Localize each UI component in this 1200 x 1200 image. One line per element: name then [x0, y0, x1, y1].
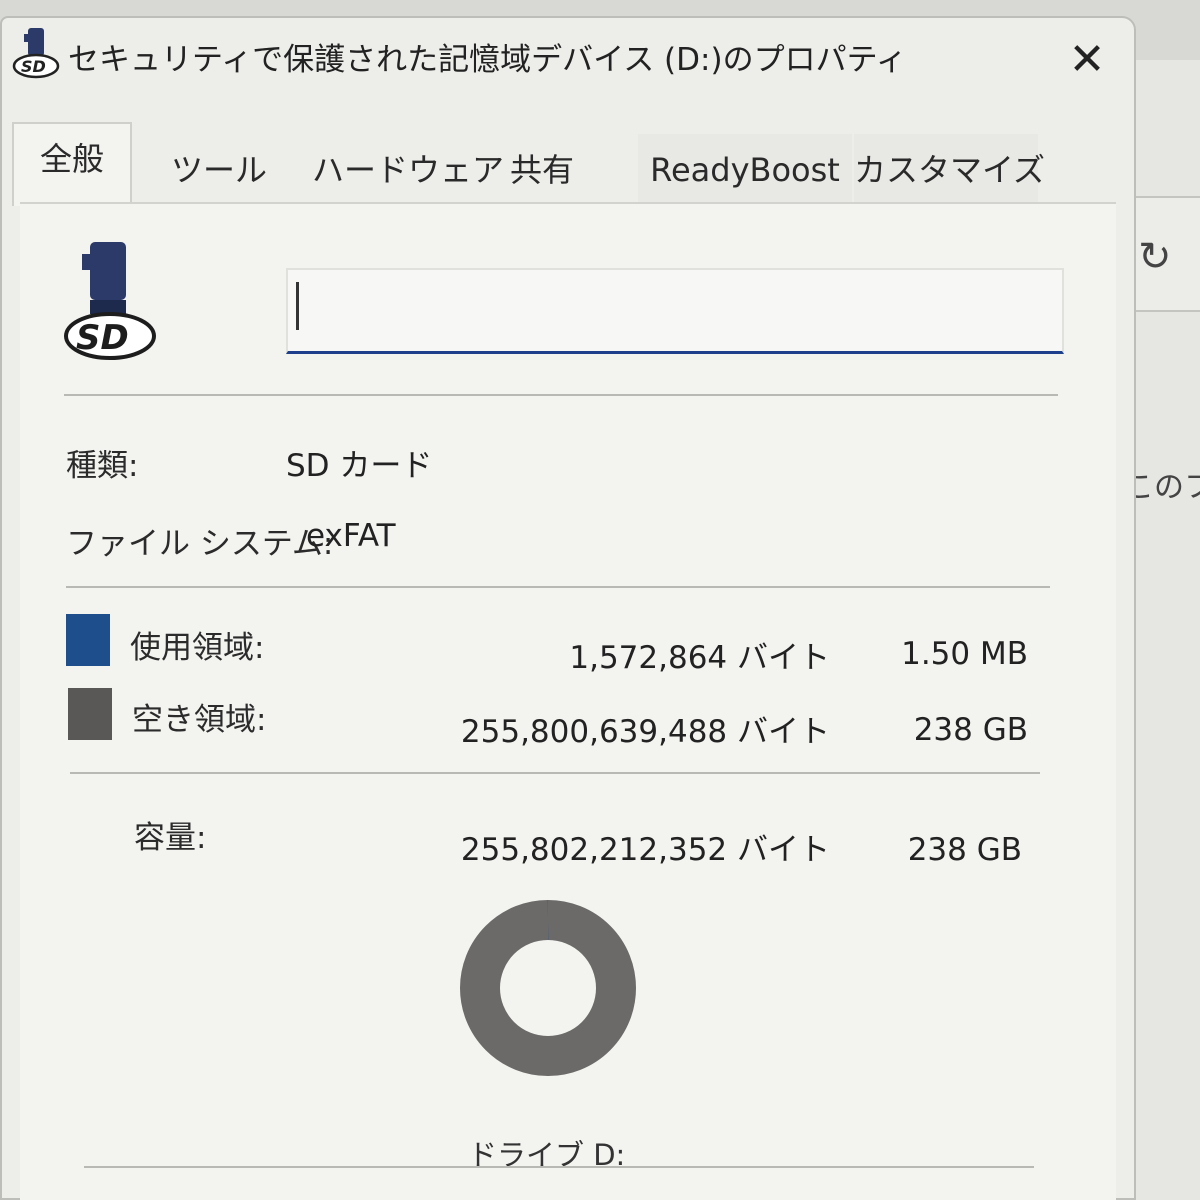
close-button[interactable]: ✕ [1052, 32, 1122, 88]
free-space-bytes: 255,800,639,488 バイト [460, 714, 830, 750]
separator [66, 586, 1050, 588]
type-value: SD カード [286, 448, 433, 484]
file-system-label: ファイル システム: [66, 526, 334, 562]
used-space-bytes: 1,572,864 バイト [569, 640, 830, 676]
text-caret [296, 282, 299, 330]
tab-customize[interactable]: カスタマイズ [854, 134, 1045, 206]
file-system-value: exFAT [306, 518, 396, 554]
used-space-label: 使用領域: [130, 630, 265, 666]
close-icon: ✕ [1068, 34, 1106, 85]
capacity-size: 238 GB [907, 832, 1022, 868]
separator [84, 1166, 1034, 1168]
window-title: セキュリティで保護された記憶域デバイス (D:)のプロパティ [68, 42, 907, 78]
refresh-button[interactable]: ↻ [1132, 196, 1200, 312]
usage-donut-chart [460, 900, 636, 1076]
svg-text:SD: SD [76, 318, 129, 358]
properties-dialog: SD セキュリティで保護された記憶域デバイス (D:)のプロパティ ✕ 全般 ツ… [0, 16, 1136, 1200]
tab-tools[interactable]: ツール [152, 134, 286, 206]
used-space-size: 1.50 MB [901, 636, 1028, 672]
general-panel: SD 種類: SD カード ファイル システム: exFAT 使用領域: 1,5… [20, 202, 1116, 1200]
volume-name-input[interactable] [286, 268, 1064, 354]
tab-readyboost[interactable]: ReadyBoost [638, 134, 852, 206]
tab-strip: 全般 ツール ハードウェア 共有 ReadyBoost カスタマイズ [2, 122, 1138, 206]
tab-general[interactable]: 全般 [12, 122, 132, 206]
svg-text:SD: SD [21, 57, 46, 76]
donut-free-ring [460, 900, 636, 1076]
free-space-swatch [68, 688, 112, 740]
free-space-label: 空き領域: [132, 702, 267, 738]
free-space-size: 238 GB [913, 712, 1028, 748]
sd-card-drive-icon: SD [12, 28, 60, 79]
refresh-icon: ↻ [1138, 234, 1172, 280]
capacity-label: 容量: [134, 820, 207, 856]
tab-sharing[interactable]: 共有 [492, 134, 592, 206]
separator [64, 394, 1058, 396]
title-bar: SD セキュリティで保護された記憶域デバイス (D:)のプロパティ ✕ [2, 18, 1134, 98]
tab-hardware[interactable]: ハードウェア [312, 134, 504, 206]
sd-card-drive-icon: SD [64, 242, 156, 360]
separator [70, 772, 1040, 774]
used-space-swatch [66, 614, 110, 666]
type-label: 種類: [66, 448, 139, 484]
capacity-bytes: 255,802,212,352 バイト [460, 832, 830, 868]
